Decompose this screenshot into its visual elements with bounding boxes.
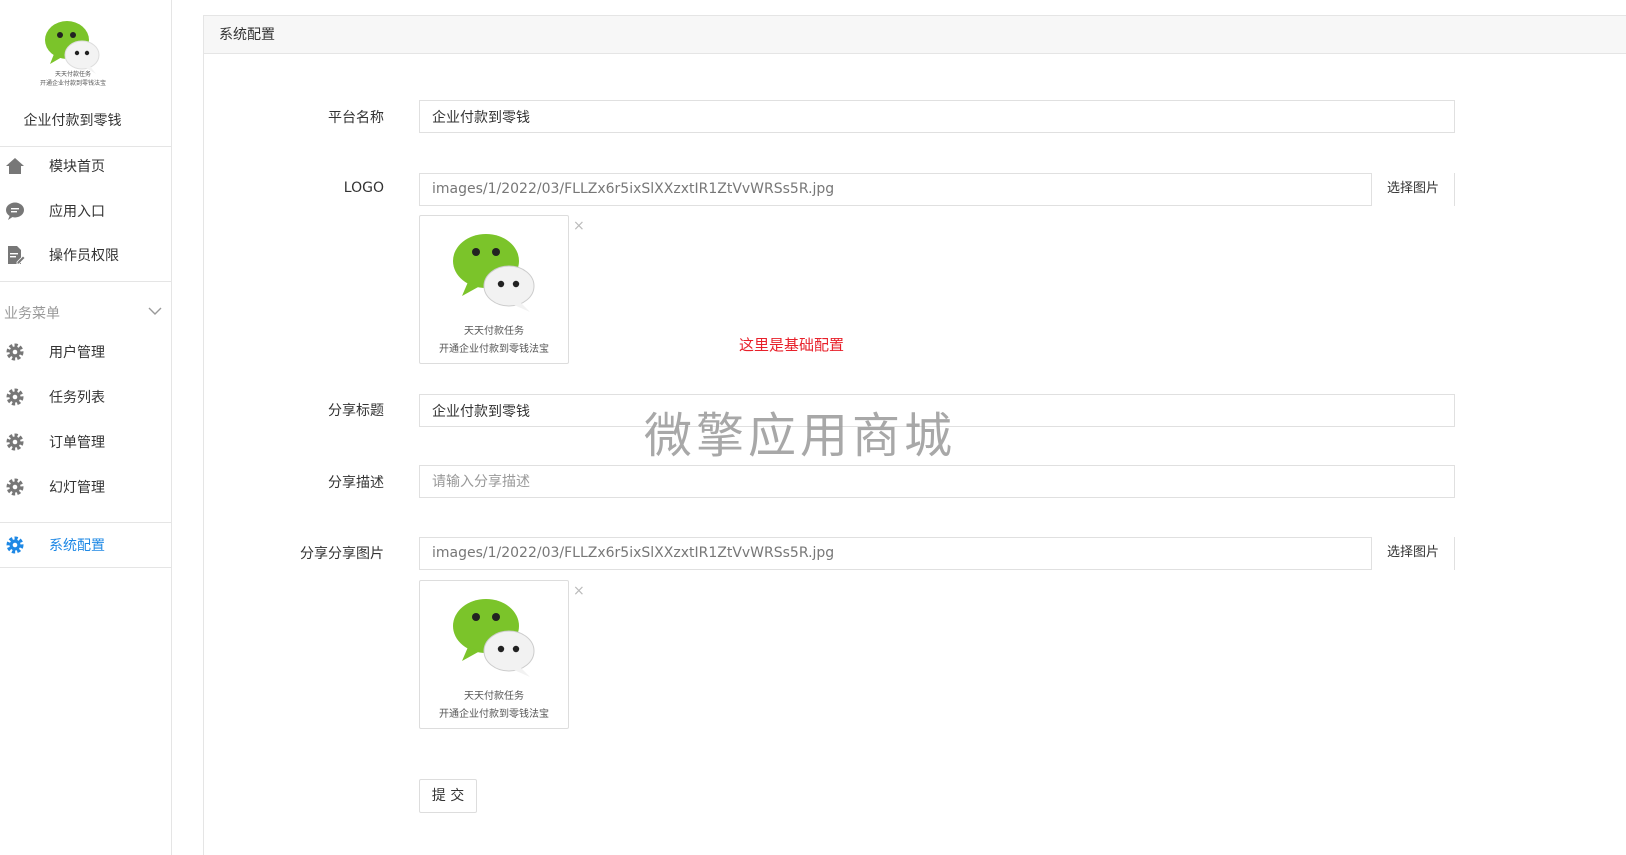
sidebar-item-users[interactable]: 用户管理 (0, 330, 172, 374)
thumbnail-caption-1: 天天付款任务 (464, 326, 524, 337)
sidebar-item-system-config[interactable]: 系统配置 (0, 523, 172, 567)
share-title-label: 分享标题 (328, 403, 384, 419)
sidebar: 天天付款任务 开通企业付款到零钱法宝 企业付款到零钱 模块首页 应用入口 操作员… (0, 0, 172, 855)
logo-label: LOGO (343, 180, 384, 196)
sidebar-item-label: 应用入口 (49, 204, 105, 220)
sidebar-item-label: 任务列表 (49, 390, 105, 406)
gear-icon (4, 341, 26, 363)
share-image-thumbnail: 天天付款任务 开通企业付款到零钱法宝 × (419, 580, 585, 729)
logo-path-field[interactable]: images/1/2022/03/FLLZx6r5ixSlXXzxtIR1ZtV… (419, 173, 1455, 206)
home-icon (4, 155, 26, 177)
share-pick-image-button[interactable]: 选择图片 (1371, 537, 1454, 570)
thumbnail-caption-2: 开通企业付款到零钱法宝 (439, 344, 549, 355)
sidebar-item-label: 订单管理 (49, 435, 105, 451)
logo-pick-image-button[interactable]: 选择图片 (1371, 173, 1454, 206)
share-image-path-field[interactable]: images/1/2022/03/FLLZx6r5ixSlXXzxtIR1ZtV… (419, 537, 1455, 570)
divider (0, 281, 172, 282)
wechat-logo-icon (453, 234, 535, 312)
divider (0, 567, 172, 568)
sidebar-item-home[interactable]: 模块首页 (0, 144, 172, 188)
logo-path-value: images/1/2022/03/FLLZx6r5ixSlXXzxtIR1ZtV… (432, 181, 835, 197)
brand-block: 天天付款任务 开通企业付款到零钱法宝 企业付款到零钱 (0, 0, 172, 147)
business-menu-toggle[interactable]: 业务菜单 (0, 292, 172, 332)
sidebar-item-label: 操作员权限 (49, 248, 119, 264)
edit-doc-icon (4, 244, 26, 266)
chat-icon (4, 200, 26, 222)
wechat-logo-icon (453, 599, 535, 677)
gear-icon (4, 386, 26, 408)
submit-button[interactable]: 提 交 (419, 779, 477, 813)
gear-icon (4, 534, 26, 556)
sidebar-item-orders[interactable]: 订单管理 (0, 420, 172, 464)
thumbnail-caption-2: 开通企业付款到零钱法宝 (439, 709, 549, 720)
sidebar-item-operator-permissions[interactable]: 操作员权限 (0, 233, 172, 277)
gear-icon (4, 476, 26, 498)
gear-icon (4, 431, 26, 453)
config-panel: 系统配置 平台名称 LOGO images/1/2022/03/FLLZx6r5… (203, 15, 1626, 855)
platform-name-input[interactable] (419, 100, 1455, 133)
share-image-path-value: images/1/2022/03/FLLZx6r5ixSlXXzxtIR1ZtV… (432, 545, 835, 561)
share-desc-input[interactable] (419, 465, 1455, 498)
logo-thumbnail: 天天付款任务 开通企业付款到零钱法宝 × (419, 215, 585, 364)
sidebar-item-label: 模块首页 (49, 159, 105, 175)
share-desc-label: 分享描述 (328, 475, 384, 491)
remove-share-image-close-icon[interactable]: × (573, 583, 585, 599)
brand-caption-2: 开通企业付款到零钱法宝 (39, 80, 106, 87)
remove-logo-close-icon[interactable]: × (573, 218, 585, 234)
sidebar-item-label: 系统配置 (49, 538, 105, 554)
sidebar-item-label: 幻灯管理 (49, 480, 105, 496)
basic-config-note: 这里是基础配置 (739, 336, 845, 354)
panel-title: 系统配置 (204, 16, 1626, 54)
brand-name: 企业付款到零钱 (23, 113, 122, 129)
chevron-down-icon (148, 304, 162, 320)
watermark: 微擎应用商城 (644, 408, 957, 464)
share-image-label: 分享分享图片 (300, 546, 384, 562)
sidebar-item-app-entry[interactable]: 应用入口 (0, 189, 172, 233)
wechat-logo-icon: 天天付款任务 开通企业付款到零钱法宝 (40, 18, 106, 90)
sidebar-item-slides[interactable]: 幻灯管理 (0, 465, 172, 509)
sidebar-item-tasks[interactable]: 任务列表 (0, 375, 172, 419)
brand-caption-1: 天天付款任务 (54, 71, 91, 78)
thumbnail-caption-1: 天天付款任务 (464, 691, 524, 702)
platform-name-label: 平台名称 (328, 110, 384, 126)
sidebar-item-label: 用户管理 (49, 345, 105, 361)
group-label: 业务菜单 (4, 306, 60, 322)
